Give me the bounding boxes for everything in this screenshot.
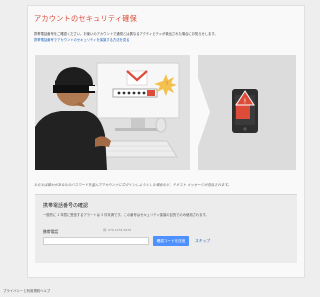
example-caption: ただえば誰かがあなたのパスワードを盗んでアカウントにログインしようとした場合など… [34, 183, 231, 187]
arrow-divider [198, 77, 210, 147]
warning-mark: ! [244, 98, 247, 106]
phone-number-input[interactable] [43, 237, 149, 245]
hacker-illustration: ! [35, 55, 190, 170]
mouse [155, 117, 167, 133]
password-submit-illustration [147, 90, 155, 96]
intro-text: 携帯電話番号をご確認ください。お使いのアカウントで通常とは異なるアクティビティが… [34, 32, 218, 36]
help-link[interactable]: ヘルプ [40, 288, 50, 293]
footer: プライバシーと利用規約 ヘルプ [0, 284, 320, 297]
phone-scene: ! [198, 77, 258, 147]
hacker-scene: ! [35, 62, 180, 170]
hacker-figure [35, 67, 107, 170]
hacker-hand [95, 136, 111, 147]
learn-more-link[interactable]: 携帯電話番号でアカウントのセキュリティを保護する方法を見る [34, 37, 129, 42]
send-code-button[interactable]: 確認コードを送信 [153, 236, 189, 246]
phone-label: 携帯電話 [43, 229, 59, 234]
verify-section-title: 携帯電話番号の確認 [43, 203, 89, 209]
phone-example-hint: 例: 070-1234-5678 [103, 228, 132, 232]
svg-text:!: ! [166, 81, 168, 87]
page-title: アカウントのセキュリティ確保 [34, 14, 137, 23]
hacker-mask [53, 85, 95, 93]
skip-link[interactable]: スキップ [195, 238, 210, 244]
verify-phone-section: 携帯電話番号の確認 一般的に 1 年間に受信するアラートは 3 件未満です。この… [35, 194, 297, 263]
monitor-base [115, 128, 161, 131]
phone-alert-illustration: ! [198, 55, 296, 170]
phone-home-button [243, 127, 247, 131]
verify-description: 一般的に 1 年間に受信するアラートは 3 件未満です。この番号はセキュリティ保… [43, 213, 209, 217]
monitor-stand [131, 118, 145, 128]
privacy-terms-link[interactable]: プライバシーと利用規約 [3, 288, 40, 293]
